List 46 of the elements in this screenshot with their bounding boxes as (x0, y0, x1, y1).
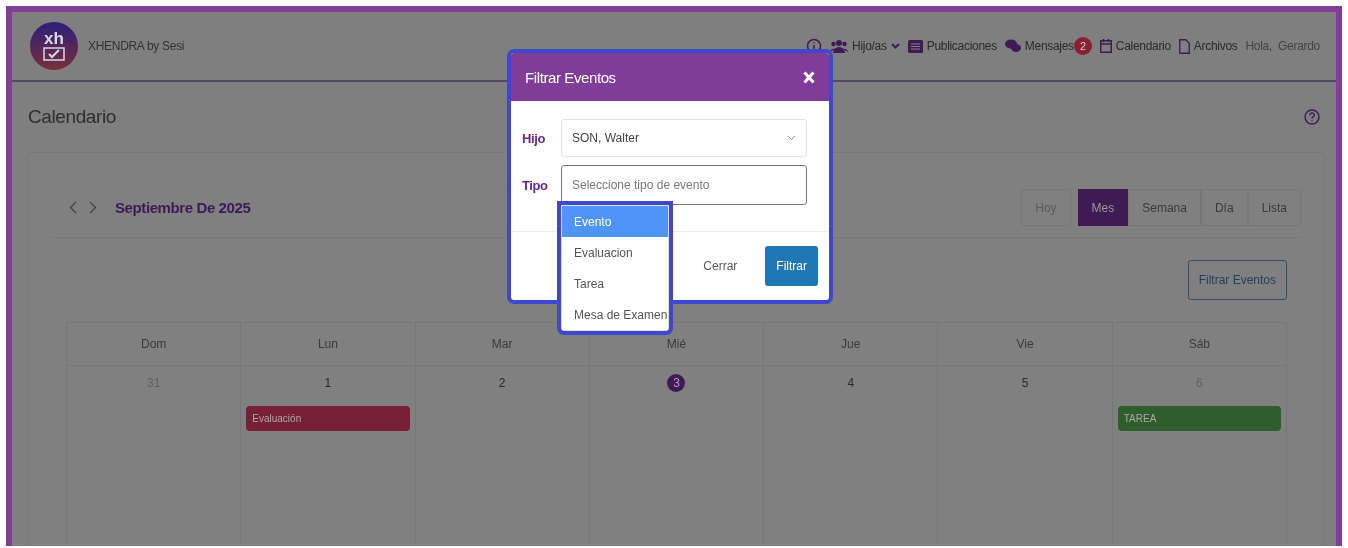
nav-link[interactable]: Publicaciones (926, 39, 997, 54)
cancel-button[interactable]: Cerrar (695, 246, 746, 286)
dialog-title: Filtrar Eventos (525, 68, 616, 86)
nav-link[interactable]: Hijo/as (852, 39, 887, 54)
day-number: 4 (847, 376, 855, 390)
calendar-event[interactable]: Evaluación (246, 406, 410, 431)
list-icon (907, 39, 923, 53)
next-month-button[interactable] (89, 201, 97, 214)
filter-events-button[interactable]: Filtrar Eventos (1187, 260, 1287, 300)
weekday-header: Dom (67, 322, 242, 366)
field-label: Hijo (522, 130, 546, 146)
weekday-header: Jue (764, 322, 939, 366)
dropdown-option[interactable]: Evento (562, 206, 668, 237)
field-label: Tipo (522, 177, 546, 193)
day-number: 1 (324, 376, 332, 390)
nav-link[interactable]: Calendario (1115, 39, 1171, 54)
view-tab[interactable]: Semana (1128, 189, 1201, 226)
user-greeting: Hola, Gerardo (1245, 39, 1320, 54)
help-icon[interactable] (1304, 109, 1320, 126)
file-icon (1178, 38, 1190, 54)
page-title: Calendario (28, 106, 116, 129)
calendar-icon (1099, 39, 1112, 54)
users-icon (830, 39, 849, 54)
logo-icon: xh (30, 22, 78, 71)
month-title: Septiembre De 2025 (115, 199, 251, 216)
previous-month-button[interactable] (69, 201, 77, 214)
day-number: 3 (667, 374, 686, 392)
day-number: 5 (1021, 376, 1029, 390)
child-select[interactable]: SON, Walter (561, 119, 807, 157)
close-button[interactable] (803, 70, 815, 84)
day-number: 2 (498, 376, 506, 390)
unread-count: 2 (1073, 37, 1092, 56)
view-tab[interactable]: Lista (1247, 189, 1301, 226)
filter-button[interactable]: Filtrar (765, 246, 818, 286)
view-tab[interactable]: Mes (1077, 189, 1129, 226)
chevron-down-icon (787, 135, 796, 141)
nav-link[interactable]: Archivos (1193, 39, 1238, 54)
chat-icon (1004, 39, 1021, 54)
weekday-header: Lun (241, 322, 416, 366)
event-type-field[interactable]: Seleccione tipo de evento (561, 165, 807, 205)
weekday-header: Vie (938, 322, 1113, 366)
calendar-event[interactable]: TAREA (1117, 406, 1281, 431)
brand-name: XHENDRA by Sesi (88, 39, 185, 54)
weekday-header: Sáb (1112, 322, 1287, 366)
view-tab[interactable]: Día (1200, 189, 1248, 226)
nav-link[interactable]: Mensajes (1024, 39, 1074, 54)
